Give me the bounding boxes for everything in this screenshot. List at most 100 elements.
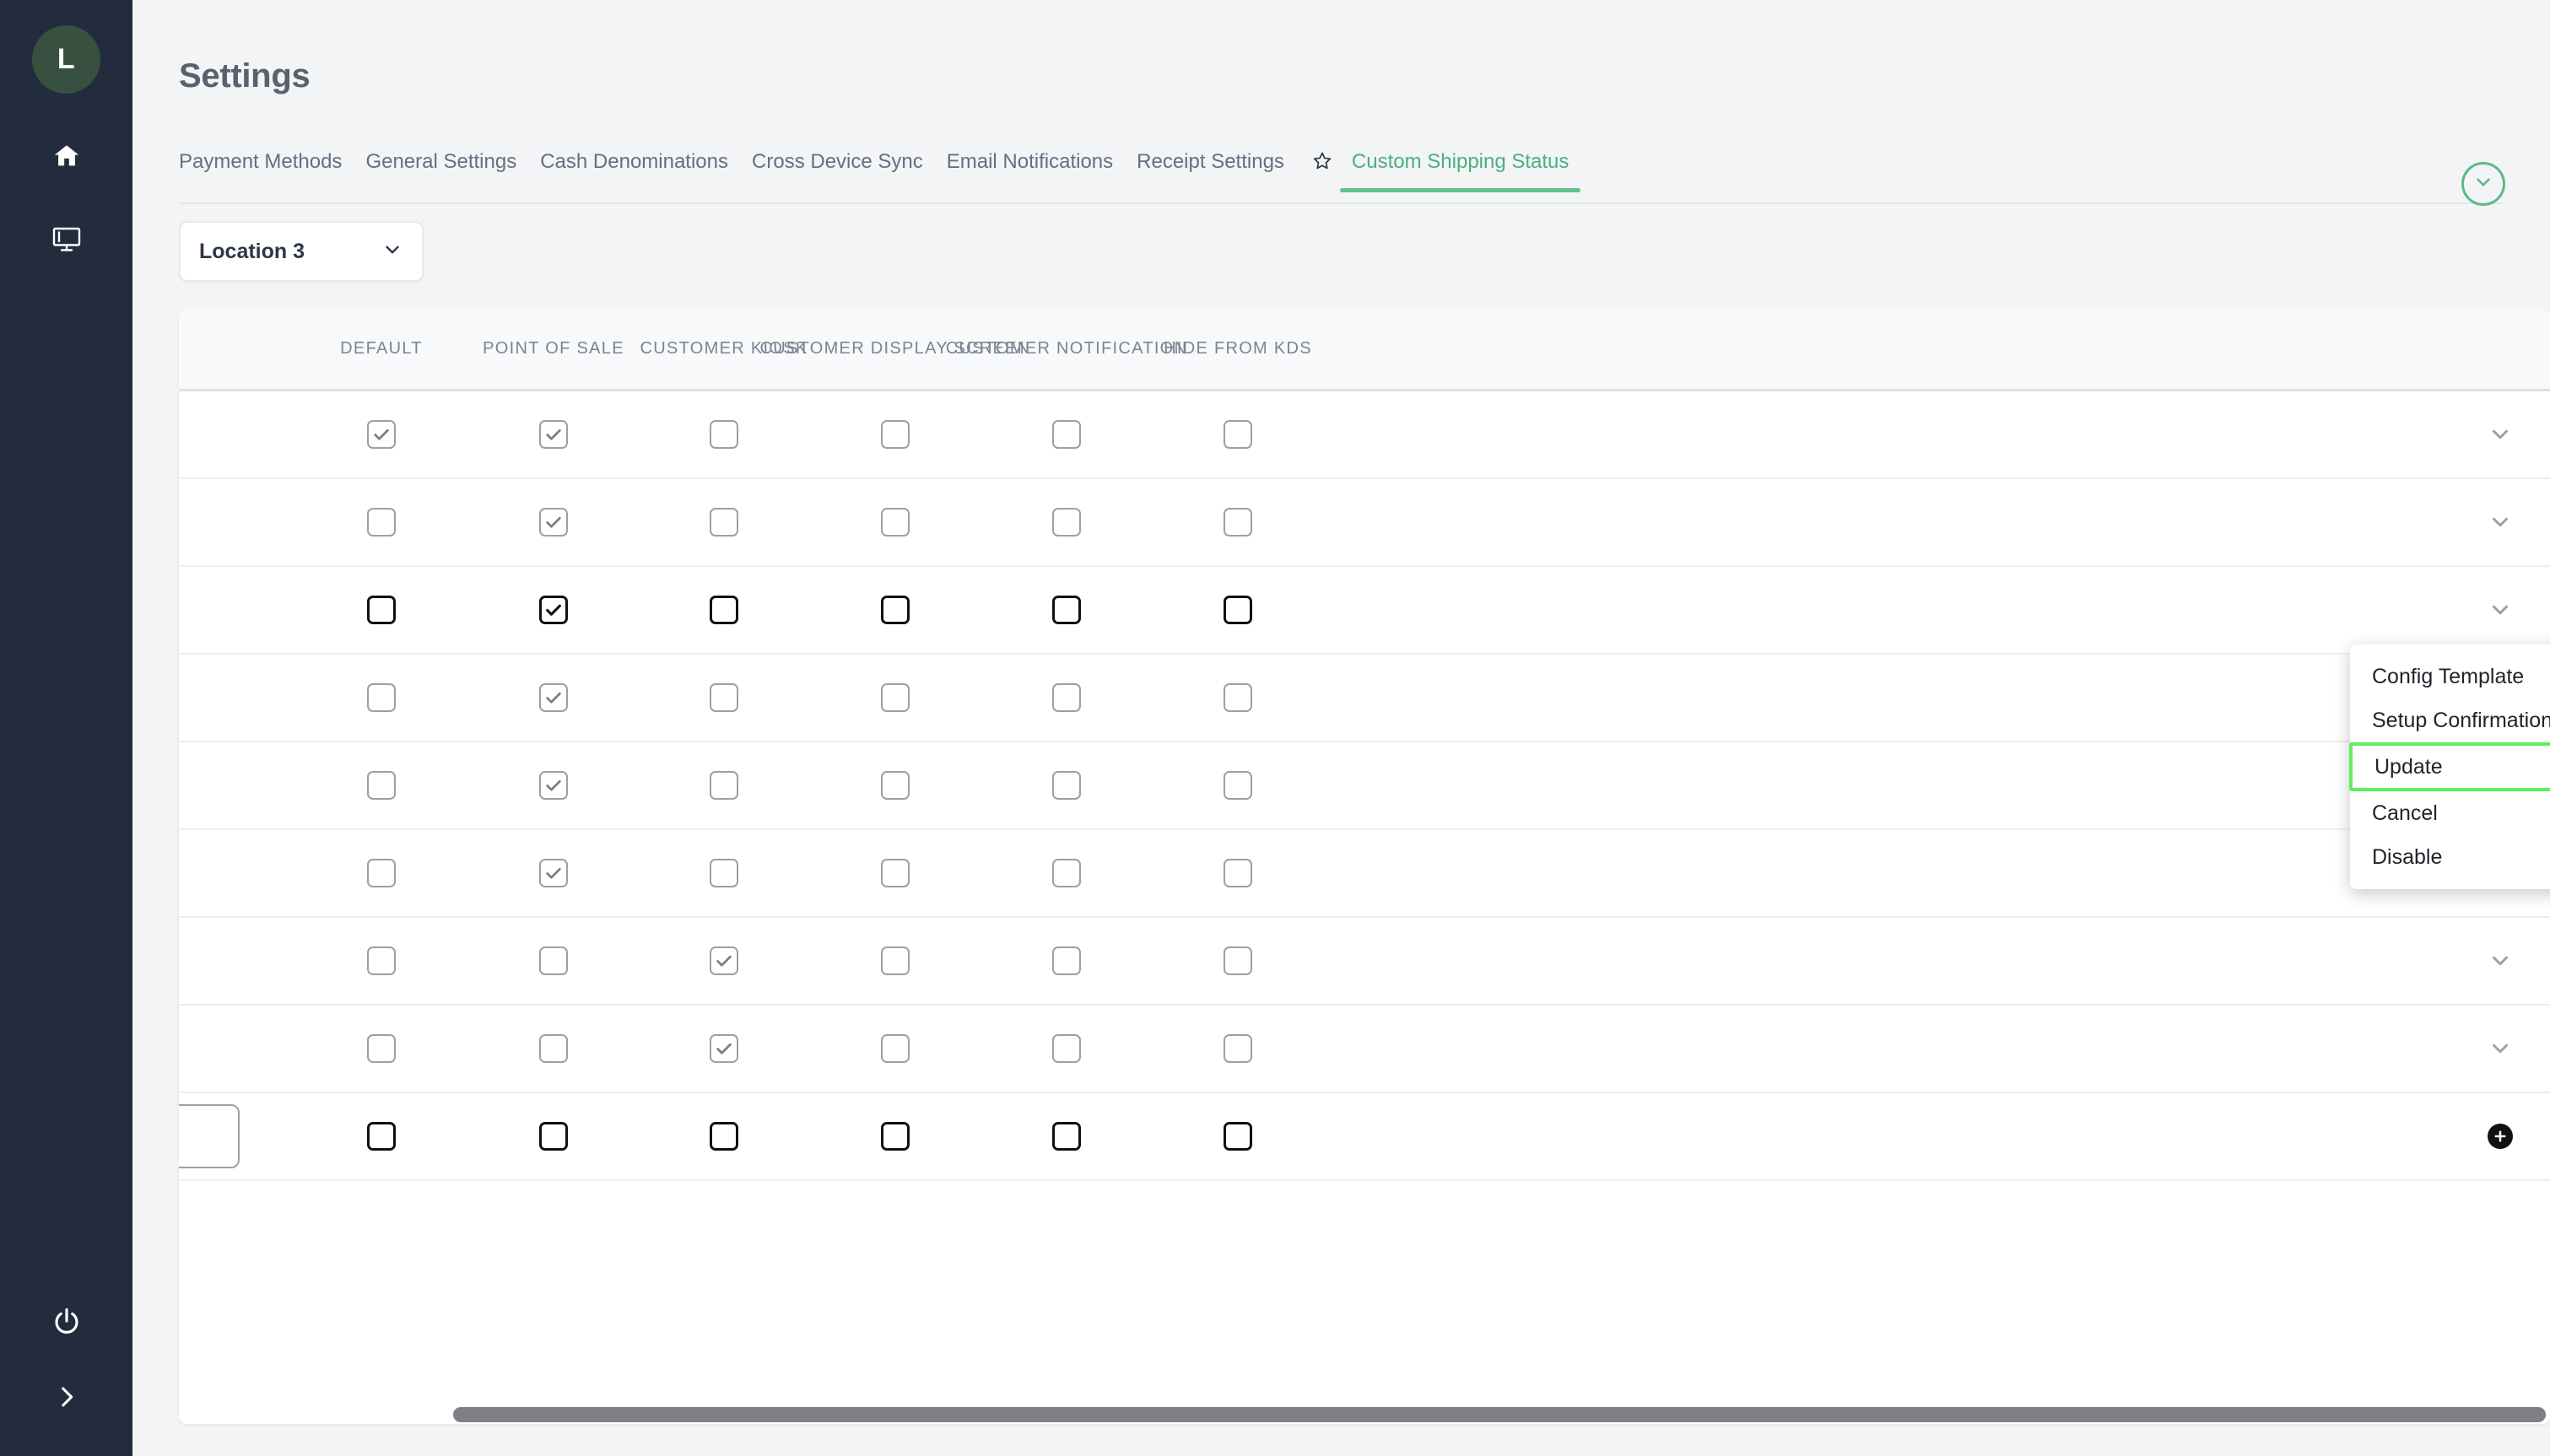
checkbox-customer-display-screen[interactable] — [881, 683, 910, 712]
checkbox-customer-kiosk[interactable] — [710, 1034, 738, 1063]
checkbox-hide-from-kds[interactable] — [1224, 683, 1252, 712]
checkbox-customer-display-screen[interactable] — [881, 420, 910, 449]
checkbox-hide-from-kds[interactable] — [1224, 420, 1252, 449]
checkbox-hide-from-kds[interactable] — [1224, 946, 1252, 975]
checkbox-point-of-sale[interactable] — [539, 859, 568, 887]
checkbox-point-of-sale[interactable] — [539, 946, 568, 975]
table-row — [179, 655, 2550, 742]
checkbox-default[interactable] — [367, 859, 396, 887]
check-icon — [544, 776, 563, 795]
column-header-default: DEFAULT — [340, 339, 423, 358]
checkbox-point-of-sale[interactable] — [539, 596, 568, 624]
tab-custom-shipping-status[interactable]: Custom Shipping Status — [1339, 150, 1581, 192]
table-body — [179, 391, 2550, 1181]
checkbox-point-of-sale[interactable] — [539, 1034, 568, 1063]
row-expand-chevron-icon[interactable] — [2488, 510, 2513, 535]
menu-item-disable[interactable]: Disable — [2350, 835, 2550, 879]
table-row — [179, 479, 2550, 567]
checkbox-default[interactable] — [367, 596, 396, 624]
checkbox-default[interactable] — [367, 508, 396, 537]
row-expand-chevron-icon[interactable] — [2488, 948, 2513, 973]
menu-item-update[interactable]: Update — [2349, 742, 2550, 791]
checkbox-customer-notification[interactable] — [1052, 771, 1081, 800]
sidebar-expand-button[interactable] — [41, 1373, 92, 1424]
checkbox-customer-display-screen[interactable] — [881, 946, 910, 975]
add-row-button[interactable] — [2488, 1124, 2513, 1149]
sidebar-item-power[interactable] — [41, 1297, 92, 1348]
checkbox-customer-kiosk[interactable] — [710, 1122, 738, 1151]
check-icon — [715, 952, 733, 970]
checkbox-point-of-sale[interactable] — [539, 508, 568, 537]
checkbox-customer-kiosk[interactable] — [710, 683, 738, 712]
sidebar-item-home[interactable] — [41, 132, 92, 183]
table-row — [179, 918, 2550, 1006]
checkbox-point-of-sale[interactable] — [539, 683, 568, 712]
tab-payment-methods[interactable]: Payment Methods — [179, 150, 354, 192]
menu-item-cancel[interactable]: Cancel — [2350, 791, 2550, 835]
checkbox-customer-display-screen[interactable] — [881, 508, 910, 537]
checkbox-customer-notification[interactable] — [1052, 508, 1081, 537]
checkbox-customer-notification[interactable] — [1052, 859, 1081, 887]
checkbox-customer-kiosk[interactable] — [710, 508, 738, 537]
checkbox-customer-display-screen[interactable] — [881, 859, 910, 887]
checkbox-default[interactable] — [367, 946, 396, 975]
checkbox-customer-notification[interactable] — [1052, 420, 1081, 449]
checkbox-hide-from-kds[interactable] — [1224, 508, 1252, 537]
check-icon — [715, 1039, 733, 1058]
column-header-hide-from-kds: HIDE FROM KDS — [1164, 339, 1312, 358]
checkbox-customer-notification[interactable] — [1052, 1122, 1081, 1151]
checkbox-customer-kiosk[interactable] — [710, 596, 738, 624]
checkbox-customer-display-screen[interactable] — [881, 1034, 910, 1063]
row-expand-chevron-icon[interactable] — [2488, 1036, 2513, 1061]
check-icon — [544, 688, 563, 707]
checkbox-customer-notification[interactable] — [1052, 1034, 1081, 1063]
table-empty-space — [179, 1181, 2550, 1368]
checkbox-default[interactable] — [367, 771, 396, 800]
tab-cross-device-sync[interactable]: Cross Device Sync — [740, 150, 935, 192]
checkbox-hide-from-kds[interactable] — [1224, 1034, 1252, 1063]
favorite-star-icon[interactable] — [1296, 150, 1340, 191]
checkbox-hide-from-kds[interactable] — [1224, 771, 1252, 800]
new-status-name-input[interactable] — [179, 1104, 240, 1168]
checkbox-customer-notification[interactable] — [1052, 946, 1081, 975]
menu-item-config-template[interactable]: Config Template — [2350, 655, 2550, 698]
checkbox-customer-notification[interactable] — [1052, 596, 1081, 624]
main-content: Settings Payment Methods General Settings… — [132, 0, 2550, 1456]
checkbox-customer-kiosk[interactable] — [710, 420, 738, 449]
location-select-value: Location 3 — [199, 239, 305, 263]
checkbox-hide-from-kds[interactable] — [1224, 1122, 1252, 1151]
checkbox-hide-from-kds[interactable] — [1224, 859, 1252, 887]
table-new-row — [179, 1093, 2550, 1181]
sidebar-item-pos[interactable] — [41, 215, 92, 266]
row-expand-chevron-icon[interactable] — [2488, 422, 2513, 447]
checkbox-customer-notification[interactable] — [1052, 683, 1081, 712]
checkbox-customer-kiosk[interactable] — [710, 946, 738, 975]
tab-strip: Payment Methods General Settings Cash Deno… — [179, 150, 2550, 202]
column-header-point-of-sale: POINT OF SALE — [483, 339, 624, 358]
tab-receipt-settings[interactable]: Receipt Settings — [1125, 150, 1296, 192]
row-expand-chevron-icon[interactable] — [2488, 597, 2513, 623]
checkbox-point-of-sale[interactable] — [539, 1122, 568, 1151]
menu-item-setup-confirmation[interactable]: Setup Confirmation — [2350, 698, 2550, 742]
checkbox-customer-display-screen[interactable] — [881, 596, 910, 624]
checkbox-point-of-sale[interactable] — [539, 771, 568, 800]
checkbox-default[interactable] — [367, 683, 396, 712]
horizontal-scrollbar-thumb[interactable] — [453, 1407, 2546, 1422]
checkbox-default[interactable] — [367, 1122, 396, 1151]
checkbox-default[interactable] — [367, 1034, 396, 1063]
checkbox-customer-display-screen[interactable] — [881, 771, 910, 800]
checkbox-hide-from-kds[interactable] — [1224, 596, 1252, 624]
checkbox-customer-kiosk[interactable] — [710, 859, 738, 887]
checkbox-point-of-sale[interactable] — [539, 420, 568, 449]
horizontal-scrollbar-track[interactable] — [179, 1404, 2550, 1424]
checkbox-customer-display-screen[interactable] — [881, 1122, 910, 1151]
collapse-panel-button[interactable] — [2461, 162, 2505, 206]
tab-general-settings[interactable]: General Settings — [354, 150, 528, 192]
checkbox-customer-kiosk[interactable] — [710, 771, 738, 800]
avatar[interactable]: L — [32, 25, 100, 94]
tab-email-notifications[interactable]: Email Notifications — [935, 150, 1125, 192]
location-select[interactable]: Location 3 — [179, 221, 424, 282]
table-row — [179, 830, 2550, 918]
tab-cash-denominations[interactable]: Cash Denominations — [528, 150, 740, 192]
checkbox-default[interactable] — [367, 420, 396, 449]
